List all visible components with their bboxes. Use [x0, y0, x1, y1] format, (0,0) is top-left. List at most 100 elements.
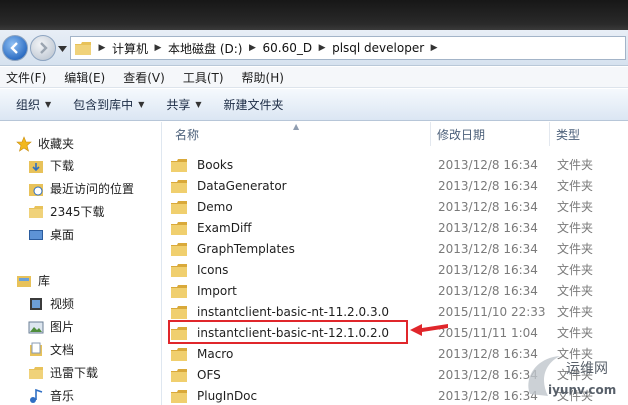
folder-icon [171, 284, 187, 298]
share-label: 共享 [166, 98, 191, 112]
file-name-cell[interactable]: ExamDiff [171, 221, 252, 235]
table-row[interactable]: DataGenerator 2013/12/8 16:34 文件夹 [171, 175, 628, 196]
file-name: ExamDiff [197, 220, 252, 235]
file-name: Macro [197, 346, 234, 361]
file-type: 文件夹 [557, 326, 594, 340]
nav-music[interactable]: 音乐 [28, 387, 74, 404]
column-header-type[interactable]: 类型 [550, 122, 628, 146]
file-name: PlugInDoc [197, 388, 258, 403]
file-type: 文件夹 [557, 158, 594, 172]
file-modified-date: 2013/12/8 16:34 [438, 199, 538, 214]
menu-tools[interactable]: 工具(T) [183, 69, 224, 86]
nav-pictures[interactable]: 图片 [28, 318, 74, 335]
file-name: GraphTemplates [197, 241, 295, 256]
file-name-cell[interactable]: Demo [171, 200, 233, 214]
downloads-folder-icon [29, 160, 43, 173]
breadcrumb-item-computer[interactable]: 计算机 [109, 40, 151, 57]
star-icon [16, 135, 32, 152]
file-type: 文件夹 [557, 200, 594, 214]
breadcrumb-item-drive[interactable]: 本地磁盘 (D:) [165, 40, 245, 57]
folder-icon [171, 368, 187, 382]
command-bar: 组织 ▼ 包含到库中 ▼ 共享 ▼ 新建文件夹 [0, 89, 628, 121]
breadcrumb-separator-icon[interactable]: ▶ [427, 43, 441, 53]
menu-help[interactable]: 帮助(H) [242, 69, 284, 86]
forward-button[interactable] [30, 35, 56, 61]
arrow-right-icon [40, 42, 48, 54]
file-name-cell[interactable]: Icons [171, 263, 228, 277]
file-type: 文件夹 [557, 305, 594, 319]
nav-libraries[interactable]: 库 [16, 272, 50, 289]
file-name: instantclient-basic-nt-11.2.0.3.0 [197, 304, 390, 319]
table-row[interactable]: instantclient-basic-nt-11.2.0.3.0 2015/11… [171, 301, 628, 322]
nav-recent-places-label: 最近访问的位置 [50, 182, 135, 196]
table-row[interactable]: Import 2013/12/8 16:34 文件夹 [171, 280, 628, 301]
table-row[interactable]: ExamDiff 2013/12/8 16:34 文件夹 [171, 217, 628, 238]
organize-button[interactable]: 组织 ▼ [16, 96, 51, 113]
file-name-cell[interactable]: DataGenerator [171, 179, 287, 193]
table-row[interactable]: Demo 2013/12/8 16:34 文件夹 [171, 196, 628, 217]
breadcrumb-item-current[interactable]: plsql developer [329, 41, 427, 55]
menu-file[interactable]: 文件(F) [6, 69, 46, 86]
desktop-icon [29, 229, 43, 240]
menu-view[interactable]: 查看(V) [123, 69, 165, 86]
include-in-library-button[interactable]: 包含到库中 ▼ [73, 96, 144, 113]
nav-music-label: 音乐 [50, 389, 75, 403]
folder-icon [171, 158, 187, 172]
column-header-name[interactable]: 名称 [169, 122, 431, 146]
nav-2345-downloads[interactable]: 2345下载 [28, 203, 105, 220]
nav-downloads[interactable]: 下载 [28, 157, 74, 174]
nav-videos[interactable]: 视频 [28, 295, 74, 312]
breadcrumb-separator-icon[interactable]: ▶ [95, 43, 109, 53]
file-name-cell[interactable]: Macro [171, 347, 233, 361]
file-type: 文件夹 [557, 221, 594, 235]
breadcrumb-separator-icon[interactable]: ▶ [245, 43, 259, 53]
file-name-cell[interactable]: GraphTemplates [171, 242, 295, 256]
library-icon [17, 275, 31, 287]
file-name-cell[interactable]: instantclient-basic-nt-11.2.0.3.0 [171, 305, 389, 319]
chevron-down-icon: ▼ [138, 100, 145, 109]
file-name-cell[interactable]: Books [171, 158, 233, 172]
breadcrumb-item-folder[interactable]: 60.60_D [259, 41, 315, 55]
folder-icon [171, 305, 187, 319]
file-name-cell[interactable]: Import [171, 284, 237, 298]
chevron-down-icon: ▼ [195, 100, 202, 109]
column-header-modified[interactable]: 修改日期 [431, 122, 550, 146]
recent-places-icon [29, 183, 43, 196]
folder-icon [29, 366, 43, 379]
table-row[interactable]: Icons 2013/12/8 16:34 文件夹 [171, 259, 628, 280]
file-name: Demo [197, 199, 233, 214]
breadcrumb-separator-icon[interactable]: ▶ [315, 43, 329, 53]
nav-xunlei-downloads[interactable]: 迅雷下载 [28, 364, 98, 381]
breadcrumb-separator-icon[interactable]: ▶ [151, 43, 165, 53]
pictures-icon [28, 321, 44, 333]
nav-favorites[interactable]: 收藏夹 [16, 135, 74, 152]
column-header-type-label: 类型 [556, 127, 581, 142]
table-row[interactable]: Books 2013/12/8 16:34 文件夹 [171, 154, 628, 175]
nav-documents[interactable]: 文档 [28, 341, 74, 358]
new-folder-button[interactable]: 新建文件夹 [224, 96, 284, 113]
history-dropdown-icon[interactable] [58, 45, 67, 53]
red-arrow-annotation-icon [410, 324, 448, 336]
new-folder-label: 新建文件夹 [223, 98, 284, 112]
file-name: DataGenerator [197, 178, 287, 193]
nav-desktop[interactable]: 桌面 [28, 226, 74, 243]
watermark-url: iyunv.com [548, 383, 617, 397]
file-modified-date: 2013/12/8 16:34 [438, 283, 538, 298]
organize-label: 组织 [16, 98, 41, 112]
file-name-cell[interactable]: OFS [171, 368, 221, 382]
share-button[interactable]: 共享 ▼ [166, 96, 201, 113]
column-header-name-label: 名称 [175, 127, 200, 142]
folder-icon [171, 347, 187, 361]
folder-icon [171, 263, 187, 277]
address-bar[interactable]: ▶ 计算机 ▶ 本地磁盘 (D:) ▶ 60.60_D ▶ plsql deve… [70, 36, 626, 60]
table-row[interactable]: GraphTemplates 2013/12/8 16:34 文件夹 [171, 238, 628, 259]
file-name: Import [197, 283, 237, 298]
file-modified-date: 2015/11/10 22:33 [438, 304, 546, 319]
back-button[interactable] [2, 35, 28, 61]
address-row: ▶ 计算机 ▶ 本地磁盘 (D:) ▶ 60.60_D ▶ plsql deve… [0, 30, 628, 66]
breadcrumb: ▶ 计算机 ▶ 本地磁盘 (D:) ▶ 60.60_D ▶ plsql deve… [95, 40, 441, 57]
file-name-cell[interactable]: PlugInDoc [171, 389, 257, 403]
nav-recent-places[interactable]: 最近访问的位置 [28, 180, 134, 197]
menu-edit[interactable]: 编辑(E) [64, 69, 105, 86]
music-icon [30, 388, 43, 403]
